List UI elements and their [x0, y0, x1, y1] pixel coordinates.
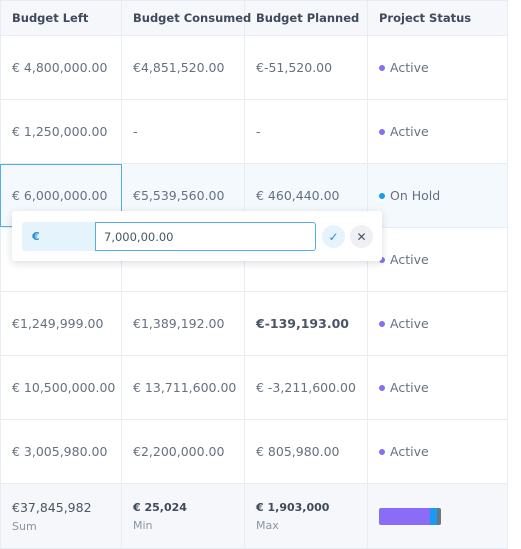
column-header-budget-consumed[interactable]: Budget Consumed [122, 1, 251, 35]
column-header-project-status[interactable]: Project Status [368, 1, 508, 35]
currency-prefix: € [22, 222, 95, 251]
min-aggregate: € 25,024 Min [122, 484, 245, 548]
budget-planned-cell[interactable]: €-51,520.00 [245, 36, 368, 99]
max-value: € 1,903,000 [256, 500, 330, 514]
status-dot-icon [379, 320, 385, 327]
budget-consumed-cell[interactable]: € 13,711,600.00 [122, 356, 245, 419]
budget-left-cell[interactable]: € 3,005,980.00 [0, 420, 122, 483]
status-dot-icon [379, 192, 385, 199]
budget-table: Budget Left Budget Consumed Budget Plann… [0, 0, 508, 549]
status-cell[interactable]: Active [368, 36, 508, 99]
status-cell[interactable]: Active [368, 100, 508, 163]
max-aggregate: € 1,903,000 Max [245, 484, 368, 548]
status-bar-segment-other [436, 507, 441, 525]
status-dot-icon [379, 384, 385, 391]
min-value: € 25,024 [133, 500, 187, 514]
cell-edit-popover: € ✓ ✕ [12, 211, 382, 261]
budget-left-cell[interactable]: € 1,250,000.00 [0, 100, 122, 163]
status-label: Active [390, 380, 429, 395]
budget-planned-cell[interactable]: € 805,980.00 [245, 420, 368, 483]
sum-label: Sum [12, 519, 37, 533]
table-row: € 10,500,000.00 € 13,711,600.00 € -3,211… [0, 356, 508, 420]
status-distribution [368, 484, 508, 548]
column-header-budget-planned[interactable]: Budget Planned [245, 1, 368, 35]
status-dot-icon [379, 128, 385, 135]
budget-planned-cell[interactable]: €-139,193.00 [245, 292, 368, 355]
budget-left-cell[interactable]: € 4,800,000.00 [0, 36, 122, 99]
budget-consumed-cell[interactable]: €2,200,000.00 [122, 420, 245, 483]
budget-consumed-cell[interactable]: - [122, 100, 245, 163]
budget-planned-cell[interactable]: - [245, 100, 368, 163]
status-dot-icon [379, 64, 385, 71]
confirm-button[interactable]: ✓ [322, 225, 345, 248]
status-bar-segment-on-hold [429, 507, 437, 525]
budget-value-input[interactable] [95, 222, 316, 251]
table-row: € 3,005,980.00 €2,200,000.00 € 805,980.0… [0, 420, 508, 484]
close-icon: ✕ [356, 229, 367, 244]
status-cell[interactable]: Active [368, 420, 508, 483]
table-footer: €37,845,982 Sum € 25,024 Min € 1,903,000… [0, 484, 508, 549]
status-cell[interactable]: Active [368, 292, 508, 355]
status-label: Active [390, 316, 429, 331]
status-dot-icon [379, 448, 385, 455]
status-cell[interactable]: Active [368, 228, 508, 291]
table-row: € 1,250,000.00 - - Active [0, 100, 508, 164]
table-header: Budget Left Budget Consumed Budget Plann… [0, 0, 508, 36]
max-label: Max [256, 518, 279, 532]
budget-planned-cell[interactable]: € -3,211,600.00 [245, 356, 368, 419]
status-cell[interactable]: On Hold [368, 164, 508, 227]
table-row: €1,249,999.00 €1,389,192.00 €-139,193.00… [0, 292, 508, 356]
status-cell[interactable]: Active [368, 356, 508, 419]
budget-consumed-cell[interactable]: €1,389,192.00 [122, 292, 245, 355]
budget-left-cell[interactable]: €1,249,999.00 [0, 292, 122, 355]
status-distribution-bar [379, 507, 441, 525]
budget-left-cell[interactable]: € 10,500,000.00 [0, 356, 122, 419]
status-label: Active [390, 60, 429, 75]
sum-value: €37,845,982 [12, 499, 92, 515]
sum-aggregate: €37,845,982 Sum [0, 484, 122, 548]
check-icon: ✓ [328, 229, 339, 244]
table-row: € 4,800,000.00 €4,851,520.00 €-51,520.00… [0, 36, 508, 100]
cancel-button[interactable]: ✕ [350, 225, 373, 248]
status-bar-segment-active [379, 507, 430, 525]
status-label: On Hold [390, 188, 441, 203]
column-header-budget-left[interactable]: Budget Left [0, 1, 122, 35]
min-label: Min [133, 518, 153, 532]
status-label: Active [390, 444, 429, 459]
status-label: Active [390, 124, 429, 139]
status-label: Active [390, 252, 429, 267]
budget-consumed-cell[interactable]: €4,851,520.00 [122, 36, 245, 99]
